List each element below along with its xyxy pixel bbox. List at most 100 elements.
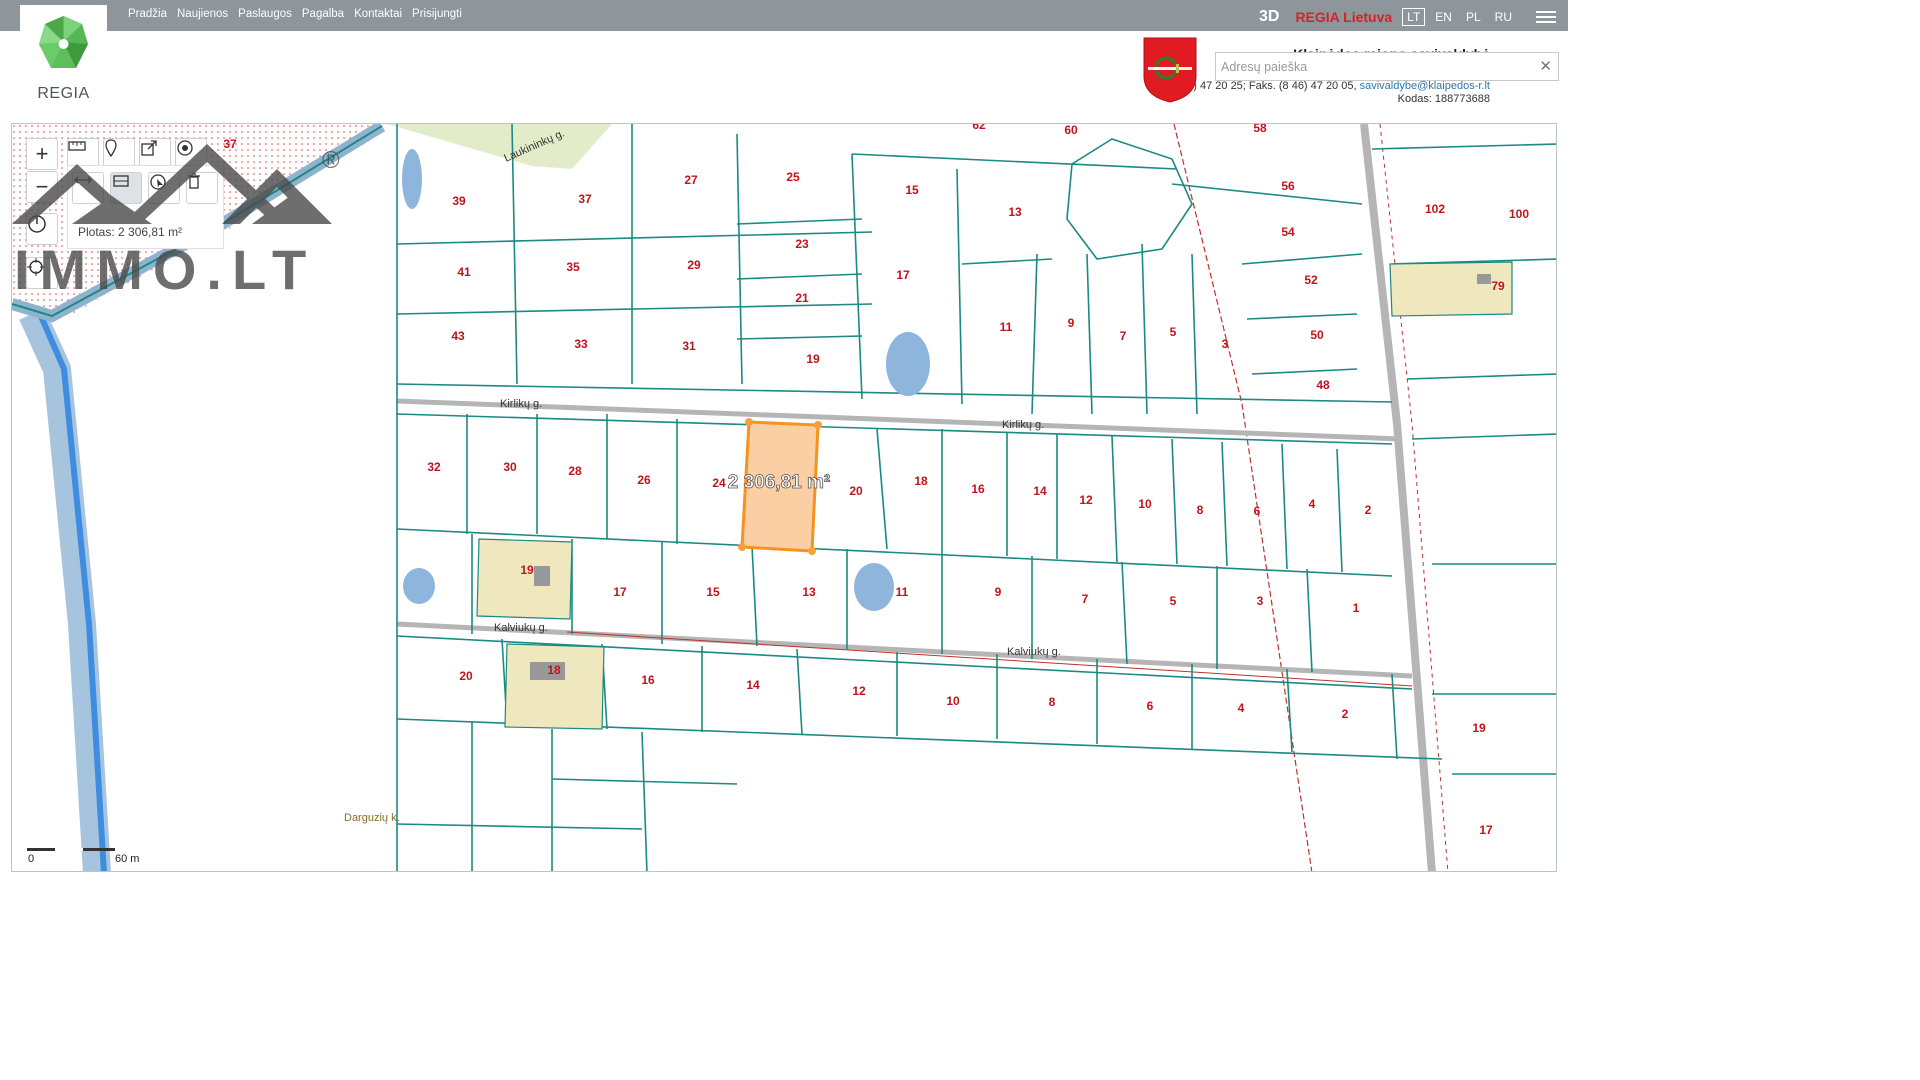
regia-logo[interactable]: REGIA: [20, 12, 107, 107]
parcel-number: 17: [613, 585, 627, 599]
main-nav: Pradžia Naujienos Paslaugos Pagalba Kont…: [128, 8, 462, 20]
parcel-number: 58: [1253, 124, 1267, 135]
lang-pl[interactable]: PL: [1466, 10, 1481, 24]
pond: [854, 563, 894, 611]
nav-pagalba[interactable]: Pagalba: [302, 8, 344, 20]
parcel-number: 26: [637, 473, 651, 487]
regia-wordmark: REGIA: [37, 85, 90, 102]
pond: [886, 332, 930, 396]
parcel-number: 16: [641, 673, 655, 687]
right-road: [1360, 124, 1436, 871]
parcel-number: 16: [971, 482, 985, 496]
parcel-number: 6: [1147, 699, 1154, 713]
parcel-number: 37: [578, 192, 592, 206]
parcel-number: 33: [574, 337, 588, 351]
street-kalviuku-edge: [566, 631, 1413, 687]
parcel-number: 31: [682, 339, 696, 353]
regia-lietuva-link[interactable]: REGIA Lietuva: [1295, 9, 1392, 25]
parcel-number: 1: [1353, 601, 1360, 615]
green-field: [387, 124, 612, 169]
parcel-number: 4: [1309, 497, 1316, 511]
street-label: Darguzių k.: [344, 812, 400, 824]
parcel-number: 13: [802, 585, 816, 599]
built-parcel-19: [476, 538, 573, 620]
parcel-number: 18: [547, 663, 561, 677]
scale-bar: 0 60 m: [27, 845, 147, 865]
municipality-email[interactable]: savivaldybe@klaipedos-r.lt: [1360, 80, 1490, 92]
parcel-number: 19: [1472, 721, 1486, 735]
regia-logo-icon: [39, 16, 88, 68]
parcel-grid: [396, 124, 1556, 871]
parcel-number: 43: [451, 329, 465, 343]
street-label: Kalviukų g.: [1007, 646, 1061, 658]
parcel-number: 23: [795, 237, 809, 251]
parcel-number: 4: [1238, 701, 1245, 715]
area-measure-label: 2 306,81 m²: [728, 472, 830, 493]
parcel-number: 21: [795, 291, 809, 305]
parcel-number: 19: [806, 352, 820, 366]
parcel-number: 5: [1170, 325, 1177, 339]
parcel-number: 19: [520, 563, 534, 577]
parcel-number: 17: [896, 268, 910, 282]
parcel-number: 28: [568, 464, 582, 478]
map-canvas[interactable]: 37 39 37 27 25 15 13 60 58 56 54 102 100…: [11, 123, 1557, 872]
nav-paslaugos[interactable]: Paslaugos: [238, 8, 292, 20]
municipality-code: Kodas: 188773688: [1397, 93, 1490, 105]
parcel-number: 25: [786, 170, 800, 184]
parcel-number: 32: [427, 460, 441, 474]
lang-ru[interactable]: RU: [1495, 10, 1512, 24]
building: [1477, 274, 1491, 284]
parcel-number: 2: [1342, 707, 1349, 721]
scale-right-label: 60 m: [115, 853, 140, 865]
street-label: Kalviukų g.: [494, 622, 548, 634]
parcel-number: 12: [852, 684, 866, 698]
address-search-input[interactable]: [1216, 53, 1516, 80]
parcel-number: 17: [1479, 823, 1493, 837]
parcel-number: 35: [566, 260, 580, 274]
parcel-number-layer: 37 39 37 27 25 15 13 60 58 56 54 102 100…: [223, 124, 1529, 837]
street-kirliku: [396, 398, 1403, 442]
parcel-number: 3: [1222, 337, 1229, 351]
street-label: Kirlikų g.: [1002, 419, 1044, 431]
immo-watermark: ® IMMO.LT: [12, 144, 340, 294]
parcel-number: 15: [905, 183, 919, 197]
parcel-number: 11: [896, 585, 909, 599]
coat-of-arms-icon: [1143, 37, 1197, 103]
parcel-number: 24: [712, 476, 726, 490]
parcel-number: 102: [1425, 202, 1445, 216]
built-parcel-18: [504, 643, 605, 730]
parcel-number: 12: [1079, 493, 1093, 507]
parcel-number: 7: [1082, 592, 1089, 606]
parcel-number: 10: [946, 694, 960, 708]
parcel-number: 50: [1310, 328, 1324, 342]
clear-search-icon[interactable]: ✕: [1539, 57, 1552, 75]
parcel-number: 9: [995, 585, 1002, 599]
registered-mark: ®: [322, 147, 340, 174]
nav-prisijungti[interactable]: Prisijungti: [412, 8, 462, 20]
parcel-number: 60: [1064, 124, 1078, 137]
parcel-number: 27: [684, 173, 698, 187]
parcel-number: 48: [1316, 378, 1330, 392]
pond: [403, 568, 435, 604]
parcel-number: 14: [1033, 484, 1047, 498]
parcel-number: 13: [1008, 205, 1022, 219]
parcel-number: 20: [459, 669, 473, 683]
nav-kontaktai[interactable]: Kontaktai: [354, 8, 402, 20]
parcel-number: 100: [1509, 207, 1529, 221]
parcel-number: 11: [1000, 320, 1013, 334]
top-bar: Pradžia Naujienos Paslaugos Pagalba Kont…: [0, 0, 1568, 31]
lang-lt[interactable]: LT: [1402, 8, 1426, 26]
parcel-number: 8: [1049, 695, 1056, 709]
watermark-text: IMMO.LT: [14, 238, 316, 294]
menu-icon[interactable]: [1536, 8, 1556, 26]
parcel-number: 2: [1365, 503, 1372, 517]
nav-naujienos[interactable]: Naujienos: [177, 8, 228, 20]
parcel-number: 52: [1304, 273, 1318, 287]
nav-pradzia[interactable]: Pradžia: [128, 8, 167, 20]
lang-en[interactable]: EN: [1435, 10, 1452, 24]
parcel-number: 39: [452, 194, 466, 208]
3d-button[interactable]: 3D: [1259, 8, 1279, 26]
parcel-number: 30: [503, 460, 517, 474]
parcel-number: 41: [457, 265, 471, 279]
scale-left-label: 0: [28, 853, 35, 865]
